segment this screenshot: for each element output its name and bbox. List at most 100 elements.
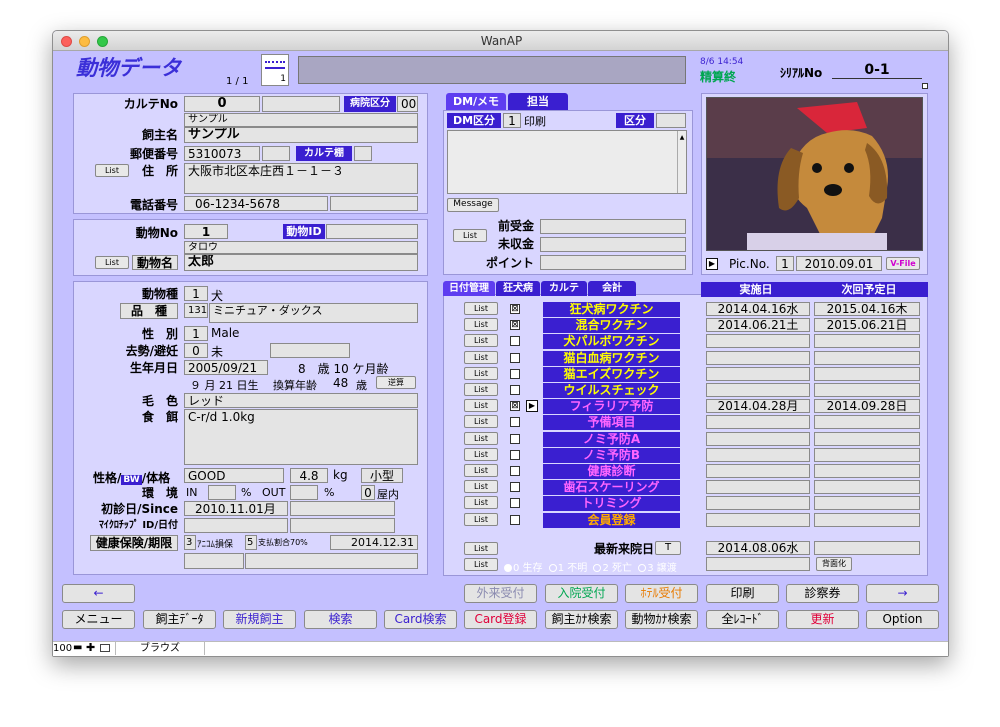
outpatient-reception-button[interactable]: 外来受付 bbox=[464, 584, 537, 603]
status-toggle-icon[interactable] bbox=[100, 644, 110, 652]
next-button[interactable]: → bbox=[866, 584, 939, 603]
vaccine-done-date[interactable]: 2014.06.21土 bbox=[706, 318, 810, 333]
tab-karte[interactable]: カルテ bbox=[541, 281, 587, 296]
vaccine-name[interactable]: 猫白血病ワクチン bbox=[543, 350, 680, 366]
env-code[interactable]: 0 bbox=[361, 485, 375, 500]
dm-div-code[interactable]: 1 bbox=[503, 113, 521, 128]
option-button[interactable]: Option bbox=[866, 610, 939, 629]
vaccine-next-date[interactable]: 2015.04.16木 bbox=[814, 302, 920, 316]
radio-transfer[interactable]: 3 譲渡 bbox=[635, 563, 677, 574]
vaccine-name[interactable]: 混合ワクチン bbox=[543, 318, 680, 334]
zoom-button[interactable] bbox=[97, 36, 108, 47]
vaccine-done-date[interactable] bbox=[706, 350, 810, 365]
vaccine-done-date[interactable] bbox=[706, 334, 810, 349]
insurance-expiry[interactable]: 2014.12.31 bbox=[330, 535, 418, 550]
unpaid-field[interactable] bbox=[540, 237, 686, 252]
radio-unknown[interactable]: 1 不明 bbox=[546, 563, 587, 574]
food-field[interactable]: C-r/d 1.0kg bbox=[184, 409, 418, 465]
vaccine-name[interactable]: ウイルスチェック bbox=[543, 383, 680, 398]
hotel-reception-button[interactable]: ﾎﾃﾙ受付 bbox=[625, 584, 698, 603]
vaccine-name[interactable]: ノミ予防A bbox=[543, 431, 680, 447]
animal-list-button[interactable]: List bbox=[95, 256, 129, 269]
karte-no-extra[interactable] bbox=[262, 96, 340, 112]
vaccine-checkbox[interactable] bbox=[510, 385, 520, 395]
bw-badge[interactable]: BW bbox=[121, 475, 142, 485]
animal-kana-search-button[interactable]: 動物ｶﾅ検索 bbox=[625, 610, 698, 629]
inpatient-reception-button[interactable]: 入院受付 bbox=[545, 584, 618, 603]
temper-field[interactable]: GOOD bbox=[184, 468, 284, 483]
vaccine-next-date[interactable]: 2015.06.21日 bbox=[814, 318, 920, 333]
deposit-field[interactable] bbox=[540, 219, 686, 234]
vaccine-next-date[interactable] bbox=[814, 350, 920, 365]
breed-code[interactable]: 131 bbox=[184, 303, 208, 318]
zip-field[interactable]: 5310073 bbox=[184, 146, 260, 161]
update-button[interactable]: 更新 bbox=[786, 610, 859, 629]
point-field[interactable] bbox=[540, 255, 686, 270]
owner-name-field[interactable]: サンプル bbox=[184, 127, 418, 143]
vaccine-next-date[interactable] bbox=[814, 464, 920, 478]
vaccine-name[interactable]: 健康診断 bbox=[543, 464, 680, 479]
status-list-button[interactable]: List bbox=[464, 558, 498, 571]
insurance-extra2[interactable] bbox=[245, 553, 418, 569]
vaccine-list-button[interactable]: List bbox=[464, 334, 498, 348]
vaccine-name[interactable]: 猫エイズワクチン bbox=[543, 366, 680, 382]
vaccine-checkbox[interactable] bbox=[510, 433, 520, 444]
insurance-extra1[interactable] bbox=[184, 553, 244, 569]
close-button[interactable] bbox=[61, 36, 72, 47]
vaccine-checkbox[interactable] bbox=[510, 368, 520, 379]
weight-field[interactable]: 4.8 bbox=[290, 468, 328, 483]
search-button[interactable]: 検索 bbox=[304, 610, 377, 629]
send-back-button[interactable]: 背面化 bbox=[816, 557, 852, 571]
tab-staff[interactable]: 担当 bbox=[508, 93, 568, 110]
animal-name-field[interactable]: 太郎 bbox=[184, 254, 418, 271]
menu-button[interactable]: メニュー bbox=[62, 610, 135, 629]
zoom-in-icon[interactable]: ✚ bbox=[86, 641, 95, 654]
resize-handle[interactable] bbox=[922, 83, 928, 89]
vaccine-checkbox[interactable]: ⊠ bbox=[510, 401, 520, 412]
karte-no-field[interactable]: 0 bbox=[184, 96, 260, 112]
memo-text[interactable]: ▲▼ bbox=[447, 130, 687, 194]
vaccine-next-date[interactable] bbox=[814, 447, 920, 462]
vaccine-list-button[interactable]: List bbox=[464, 480, 498, 494]
tab-rabies[interactable]: 狂犬病 bbox=[496, 281, 540, 296]
latest-list-button[interactable]: List bbox=[464, 542, 498, 555]
hospital-div-field[interactable]: 00 bbox=[397, 96, 418, 112]
vaccine-done-date[interactable] bbox=[706, 415, 810, 430]
latest-t-button[interactable]: T bbox=[655, 541, 681, 555]
species-code[interactable]: 1 bbox=[184, 286, 208, 301]
vaccine-checkbox[interactable] bbox=[510, 482, 520, 493]
latest-visit-field[interactable]: 2014.08.06水 bbox=[706, 541, 810, 555]
vaccine-name[interactable]: 犬パルボワクチン bbox=[543, 334, 680, 350]
chip-date-field[interactable] bbox=[290, 518, 395, 533]
vaccine-name[interactable]: トリミング bbox=[543, 496, 680, 512]
vaccine-next-date[interactable]: 2014.09.28日 bbox=[814, 399, 920, 414]
vaccine-list-button[interactable]: List bbox=[464, 415, 498, 429]
vaccine-next-date[interactable] bbox=[814, 415, 920, 430]
neuter-extra[interactable] bbox=[270, 343, 350, 358]
vaccine-list-button[interactable]: List bbox=[464, 447, 498, 461]
tab-date-mgmt[interactable]: 日付管理 bbox=[443, 281, 495, 296]
message-button[interactable]: Message bbox=[447, 198, 499, 212]
vaccine-name[interactable]: 歯石スケーリング bbox=[543, 480, 680, 496]
first-visit-field[interactable]: 2010.11.01月 bbox=[184, 501, 288, 516]
owner-data-button[interactable]: 飼主ﾃﾞｰﾀ bbox=[143, 610, 216, 629]
new-owner-button[interactable]: 新規飼主 bbox=[223, 610, 296, 629]
address-field[interactable]: 大阪市北区本庄西１－１－３ bbox=[184, 163, 418, 194]
animal-no-field[interactable]: 1 bbox=[184, 224, 228, 239]
vaccine-done-date[interactable]: 2014.04.16水 bbox=[706, 302, 810, 316]
zip-extra[interactable] bbox=[262, 146, 290, 161]
owner-kana-search-button[interactable]: 飼主ｶﾅ検索 bbox=[545, 610, 618, 629]
vfile-button[interactable]: V-File bbox=[886, 257, 920, 270]
current-item-marker-icon[interactable]: ▶ bbox=[526, 400, 538, 413]
vaccine-checkbox[interactable] bbox=[510, 498, 520, 509]
phone-extra[interactable] bbox=[330, 196, 418, 211]
env-in-field[interactable] bbox=[208, 485, 236, 500]
vaccine-list-button[interactable]: List bbox=[464, 318, 498, 332]
owner-kana-field[interactable]: サンプル bbox=[184, 113, 418, 127]
vaccine-list-button[interactable]: List bbox=[464, 302, 498, 315]
vaccine-checkbox[interactable] bbox=[510, 514, 520, 525]
vaccine-list-button[interactable]: List bbox=[464, 496, 498, 510]
vaccine-list-button[interactable]: List bbox=[464, 399, 498, 413]
latest-visit-extra2[interactable] bbox=[706, 557, 810, 571]
vaccine-done-date[interactable] bbox=[706, 383, 810, 397]
